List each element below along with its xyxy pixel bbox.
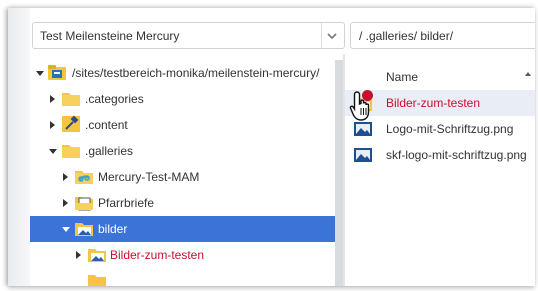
tree-scrollbar[interactable] xyxy=(335,60,343,286)
list-item-label: Logo-mit-Schriftzug.png xyxy=(386,122,514,136)
column-header-label: Name xyxy=(386,70,419,84)
folder-icon xyxy=(88,275,106,286)
column-header-name[interactable]: Name xyxy=(345,60,535,90)
gallery-link-icon xyxy=(75,171,93,184)
hand-pointer-cursor-icon xyxy=(349,91,370,121)
expand-arrow-icon[interactable] xyxy=(63,199,68,207)
site-selector-value: Test Meilensteine Mercury xyxy=(40,29,180,43)
tree-item-pfarrbriefe[interactable]: Pfarrbriefe xyxy=(30,190,336,216)
download-folder-icon xyxy=(75,197,93,211)
tree-item-partial[interactable] xyxy=(30,268,336,286)
sort-ascending-icon xyxy=(525,72,531,76)
folder-tree: /sites/testbereich-monika/meilenstein-me… xyxy=(30,60,336,286)
list-item-label: Bilder-zum-testen xyxy=(386,96,481,110)
collapse-arrow-icon[interactable] xyxy=(49,149,57,154)
image-folder-icon xyxy=(75,223,93,236)
tree-item-site-root[interactable]: /sites/testbereich-monika/meilenstein-me… xyxy=(30,60,336,86)
site-selector[interactable]: Test Meilensteine Mercury xyxy=(32,22,345,49)
tree-item-label: Bilder-zum-testen xyxy=(110,248,205,262)
list-item-label: skf-logo-mit-schriftzug.png xyxy=(386,148,527,162)
expand-arrow-icon[interactable] xyxy=(76,251,81,259)
tree-item-label: Pfarrbriefe xyxy=(98,196,155,210)
image-file-icon xyxy=(354,122,372,136)
tree-item-label: /sites/testbereich-monika/meilenstein-me… xyxy=(72,66,320,80)
collapse-arrow-icon[interactable] xyxy=(36,71,44,76)
path-input-value: / .galleries/ bilder/ xyxy=(359,29,454,43)
expand-arrow-icon[interactable] xyxy=(63,173,68,181)
tree-item-label: bilder xyxy=(98,222,128,236)
collapse-arrow-icon[interactable] xyxy=(62,227,70,232)
path-input[interactable]: / .galleries/ bilder/ xyxy=(350,22,535,49)
image-file-icon xyxy=(354,148,372,162)
expand-arrow-icon[interactable] xyxy=(50,121,55,129)
list-item[interactable]: skf-logo-mit-schriftzug.png xyxy=(345,142,535,168)
explorer-window: Test Meilensteine Mercury / .galleries/ … xyxy=(8,8,535,286)
tree-item-categories[interactable]: .categories xyxy=(30,86,336,112)
expand-arrow-icon[interactable] xyxy=(50,95,55,103)
tree-item-content[interactable]: .content xyxy=(30,112,336,138)
tree-item-galleries[interactable]: .galleries xyxy=(30,138,336,164)
chevron-down-icon[interactable] xyxy=(326,30,338,42)
tree-item-mercury-test-mam[interactable]: Mercury-Test-MAM xyxy=(30,164,336,190)
tree-item-bilder-zum-testen[interactable]: Bilder-zum-testen xyxy=(30,242,336,268)
content-tools-icon xyxy=(62,115,80,132)
folder-icon xyxy=(62,93,80,106)
site-root-icon xyxy=(48,65,66,80)
tree-item-label: Mercury-Test-MAM xyxy=(98,170,200,184)
folder-icon xyxy=(62,145,80,158)
tree-item-label: .categories xyxy=(85,92,144,106)
select-divider xyxy=(321,23,322,48)
tree-item-label: .galleries xyxy=(85,144,134,158)
tree-item-bilder[interactable]: bilder xyxy=(30,216,336,242)
image-folder-icon xyxy=(88,249,106,262)
tree-item-label: .content xyxy=(85,118,128,132)
